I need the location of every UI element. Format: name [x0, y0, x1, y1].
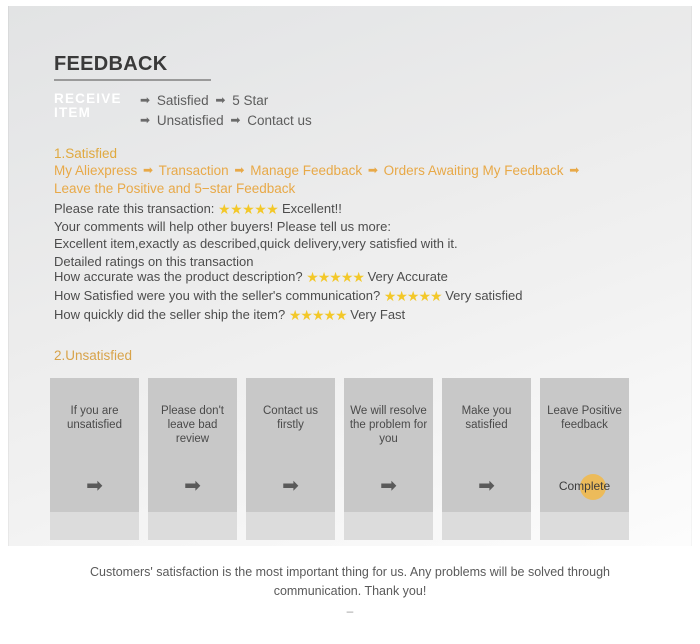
step-label: Please don't leave bad review: [161, 405, 224, 445]
arrow-right-icon: ➡: [478, 475, 495, 497]
step-card: We will resolve the problem for you ➡: [344, 378, 433, 540]
rate-transaction-prompt: Please rate this transaction:: [54, 201, 215, 216]
section-unsatisfied-title: 2.Unsatisfied: [54, 348, 133, 363]
receive-item-label: RECEIVE ITEM: [54, 92, 138, 120]
arrow-right-icon: ➡: [282, 475, 299, 497]
receive-item-flow: ➡ Satisfied ➡ 5 Star ➡ Unsatisfied ➡ Con…: [137, 91, 312, 131]
rate-transaction-line: Please rate this transaction: ★★★★★ Exce…: [54, 200, 654, 218]
satisfied-path: My Aliexpress ➡ Transaction ➡ Manage Fee…: [54, 162, 594, 198]
arrow-right-icon: ➡: [367, 163, 378, 177]
step-card: Please don't leave bad review ➡: [148, 378, 237, 540]
rating-stars: ★★★★★: [288, 307, 348, 323]
rating-row: How Satisfied were you with the seller's…: [54, 286, 674, 305]
step-label: We will resolve the problem for you: [349, 405, 428, 445]
rating-value: Very satisfied: [445, 288, 523, 303]
rating-value: Very Fast: [350, 307, 406, 322]
flow-line-unsatisfied: ➡ Unsatisfied ➡ Contact us: [137, 111, 312, 131]
rating-stars: ★★★★★: [306, 269, 365, 285]
rating-stars: ★★★★★: [383, 288, 443, 304]
unsatisfied-steps: If you are unsatisfied ➡ Please don't le…: [50, 378, 646, 540]
receive-item-label-line1: RECEIVE: [54, 91, 122, 106]
path-step-transaction: Transaction: [158, 163, 229, 178]
flow-satisfied-label: Satisfied: [156, 93, 209, 108]
flow-five-star-label: 5 Star: [232, 93, 269, 108]
step-card: Leave Positive feedback Complete: [540, 378, 629, 540]
detailed-ratings-list: How accurate was the product description…: [54, 267, 674, 324]
rating-row: How accurate was the product description…: [54, 267, 674, 286]
step-label: Contact us firstly: [263, 405, 318, 431]
footer-line-2: communication. Thank you!: [273, 584, 427, 598]
flow-contact-us-label: Contact us: [247, 113, 312, 128]
step-card: Contact us firstly ➡: [246, 378, 335, 540]
path-step-leave-positive: Leave the Positive and 5−star Feedback: [54, 181, 296, 196]
path-step-manage-feedback: Manage Feedback: [250, 163, 363, 178]
arrow-right-icon: ➡: [86, 475, 103, 497]
satisfied-body: Please rate this transaction: ★★★★★ Exce…: [54, 200, 654, 270]
flow-unsatisfied-label: Unsatisfied: [156, 113, 224, 128]
arrow-right-icon: ➡: [184, 475, 201, 497]
arrow-right-icon: ➡: [140, 113, 151, 127]
section-satisfied-title: 1.Satisfied: [54, 146, 118, 161]
step-card: If you are unsatisfied ➡: [50, 378, 139, 540]
arrow-right-icon: ➡: [230, 113, 241, 127]
comments-prompt: Your comments will help other buyers! Pl…: [54, 218, 391, 234]
arrow-right-icon: ➡: [140, 93, 151, 107]
step-card: Make you satisfied ➡: [442, 378, 531, 540]
arrow-right-icon: ➡: [143, 163, 154, 177]
arrow-right-icon: ➡: [569, 163, 580, 177]
step-label: Leave Positive feedback: [547, 405, 622, 431]
title-underline: [54, 79, 211, 81]
arrow-right-icon: ➡: [234, 163, 245, 177]
step-label: Make you satisfied: [461, 405, 512, 431]
rating-stars: ★★★★★: [218, 201, 279, 217]
arrow-right-icon: ➡: [380, 475, 397, 497]
page-title-wrap: FEEDBACK: [54, 53, 224, 75]
footer-note: Customers' satisfaction is the most impo…: [80, 563, 620, 601]
path-step-my-aliexpress: My Aliexpress: [54, 163, 138, 178]
path-step-orders-awaiting: Orders Awaiting My Feedback: [383, 163, 564, 178]
flow-line-satisfied: ➡ Satisfied ➡ 5 Star: [137, 91, 312, 111]
rating-value: Very Accurate: [367, 269, 448, 284]
rating-row: How quickly did the seller ship the item…: [54, 305, 674, 324]
rating-question: How accurate was the product description…: [54, 269, 303, 284]
rating-question: How Satisfied were you with the seller's…: [54, 288, 381, 303]
step-label: If you are unsatisfied: [67, 405, 122, 431]
comment-text: Excellent item,exactly as described,quic…: [54, 236, 458, 251]
complete-label: Complete: [558, 479, 611, 493]
footer-line-1: Customers' satisfaction is the most impo…: [90, 565, 610, 579]
receive-item-label-line2: ITEM: [54, 105, 92, 120]
rate-transaction-value: Excellent!!: [281, 201, 342, 216]
arrow-right-icon: ➡: [215, 93, 226, 107]
rating-question: How quickly did the seller ship the item…: [54, 307, 286, 322]
page-title: FEEDBACK: [54, 53, 168, 75]
footer-dash: –: [346, 604, 354, 618]
